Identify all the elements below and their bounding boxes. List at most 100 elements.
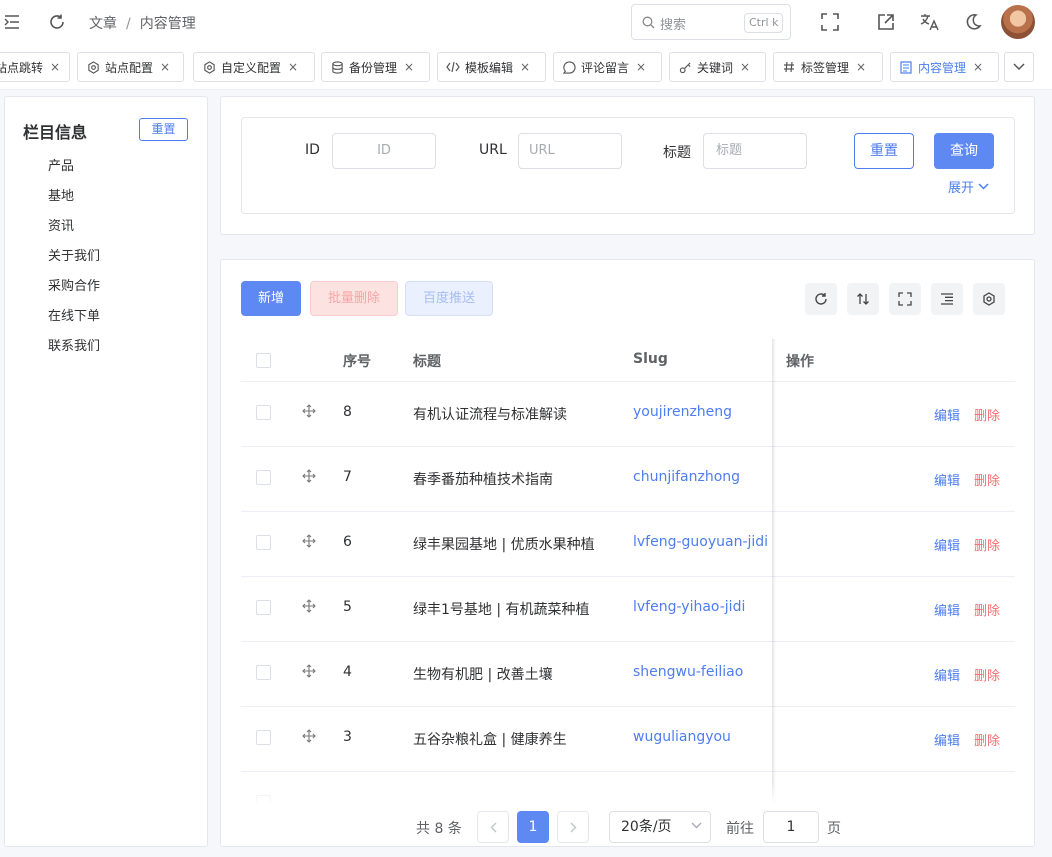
settings-icon	[983, 292, 995, 306]
page-number-current[interactable]: 1	[517, 811, 549, 843]
global-search-input[interactable]: 搜索 Ctrl k	[631, 4, 791, 40]
next-page-button[interactable]	[557, 811, 589, 843]
goto-page-input[interactable]: 1	[763, 811, 819, 843]
external-link-icon[interactable]	[873, 9, 899, 35]
row-slug[interactable]: shengwu-feiliao	[633, 664, 743, 680]
tab-content-management[interactable]: 内容管理 ×	[890, 52, 999, 82]
delete-button[interactable]: 删除	[974, 600, 1000, 619]
refresh-table-button[interactable]	[805, 283, 837, 315]
query-button[interactable]: 查询	[934, 133, 994, 169]
user-avatar[interactable]	[1001, 5, 1035, 39]
edit-button[interactable]: 编辑	[934, 730, 960, 749]
fullscreen-icon	[898, 292, 912, 306]
edit-button[interactable]: 编辑	[934, 535, 960, 554]
breadcrumb-item-article[interactable]: 文章	[89, 16, 117, 32]
row-slug[interactable]: lvfeng-guoyuan-jidi	[633, 534, 768, 550]
category-item[interactable]: 联系我们	[48, 335, 100, 354]
close-icon[interactable]: ×	[288, 60, 298, 74]
row-checkbox[interactable]	[256, 730, 271, 745]
refresh-icon[interactable]	[44, 9, 70, 35]
category-item[interactable]: 关于我们	[48, 245, 100, 264]
close-icon[interactable]: ×	[404, 60, 414, 74]
tab-site-config[interactable]: 站点配置 ×	[77, 52, 184, 82]
category-item[interactable]: 产品	[48, 155, 74, 174]
delete-button[interactable]: 删除	[974, 535, 1000, 554]
dark-mode-moon-icon[interactable]	[960, 9, 986, 35]
tab-template-edit[interactable]: 模板编辑 ×	[437, 52, 546, 82]
select-all-checkbox[interactable]	[256, 353, 271, 368]
delete-button[interactable]: 删除	[974, 405, 1000, 424]
close-icon[interactable]: ×	[636, 60, 646, 74]
sort-button[interactable]	[847, 283, 879, 315]
close-icon[interactable]: ×	[50, 60, 60, 74]
tab-backup[interactable]: 备份管理 ×	[321, 52, 430, 82]
row-slug[interactable]: wuguliangyou	[633, 729, 731, 745]
row-index: 8	[343, 404, 352, 420]
edit-button[interactable]: 编辑	[934, 470, 960, 489]
tab-keywords[interactable]: 关键词 ×	[669, 52, 766, 82]
column-settings-button[interactable]	[973, 283, 1005, 315]
edit-button[interactable]: 编辑	[934, 405, 960, 424]
row-checkbox[interactable]	[256, 470, 271, 485]
close-icon[interactable]: ×	[740, 60, 750, 74]
drag-handle-icon[interactable]	[302, 599, 316, 613]
category-item[interactable]: 基地	[48, 185, 74, 204]
fullscreen-icon[interactable]	[817, 9, 843, 35]
category-item[interactable]: 资讯	[48, 215, 74, 234]
title-input[interactable]: 标题	[703, 133, 807, 169]
baidu-push-button[interactable]: 百度推送	[405, 281, 493, 316]
close-icon[interactable]: ×	[160, 60, 170, 74]
tab-comments[interactable]: 评论留言 ×	[553, 52, 662, 82]
reset-button[interactable]: 重置	[854, 133, 914, 169]
key-icon	[678, 60, 692, 74]
delete-button[interactable]: 删除	[974, 730, 1000, 749]
row-checkbox[interactable]	[256, 405, 271, 420]
drag-handle-icon[interactable]	[302, 469, 316, 483]
chevron-right-icon	[570, 822, 576, 832]
drag-handle-icon[interactable]	[302, 404, 316, 418]
row-slug[interactable]: youjirenzheng	[633, 404, 732, 420]
close-icon[interactable]: ×	[856, 60, 866, 74]
batch-delete-button[interactable]: 批量删除	[310, 281, 398, 316]
row-checkbox[interactable]	[256, 665, 271, 680]
close-icon[interactable]: ×	[973, 60, 983, 74]
column-actions: 操作	[786, 354, 814, 370]
row-title: 五谷杂粮礼盒 | 健康养生	[413, 732, 567, 748]
row-checkbox[interactable]	[256, 535, 271, 550]
fullscreen-table-button[interactable]	[889, 283, 921, 315]
id-input[interactable]: ID	[332, 133, 436, 169]
edit-button[interactable]: 编辑	[934, 600, 960, 619]
column-title: 标题	[413, 354, 441, 370]
tab-site-redirect[interactable]: 站点跳转 ×	[0, 52, 70, 82]
tab-custom-config[interactable]: 自定义配置 ×	[193, 52, 315, 82]
table-row: 3 五谷杂粮礼盒 | 健康养生 wuguliangyou 编辑 删除	[241, 707, 1015, 772]
category-item[interactable]: 采购合作	[48, 275, 100, 294]
density-button[interactable]	[931, 283, 963, 315]
fixed-column-divider	[772, 339, 776, 809]
delete-button[interactable]: 删除	[974, 470, 1000, 489]
category-item[interactable]: 在线下单	[48, 305, 100, 324]
row-checkbox[interactable]	[256, 600, 271, 615]
close-icon[interactable]: ×	[520, 60, 530, 74]
drag-handle-icon[interactable]	[302, 664, 316, 678]
row-slug[interactable]: chunjifanzhong	[633, 469, 740, 485]
drag-handle-icon[interactable]	[302, 534, 316, 548]
panel-reset-button[interactable]: 重置	[139, 118, 188, 141]
add-button[interactable]: 新增	[241, 281, 301, 316]
prev-page-button[interactable]	[477, 811, 509, 843]
delete-button[interactable]: 删除	[974, 665, 1000, 684]
tab-tags[interactable]: 标签管理 ×	[773, 52, 883, 82]
document-icon	[899, 60, 913, 74]
page-size-select[interactable]: 20条/页	[609, 811, 711, 843]
chevron-left-icon	[490, 822, 496, 832]
translate-icon[interactable]	[917, 9, 943, 35]
tabs-more-dropdown[interactable]	[1004, 52, 1034, 82]
edit-button[interactable]: 编辑	[934, 665, 960, 684]
expand-toggle[interactable]: 展开	[948, 177, 989, 196]
url-input[interactable]: URL	[518, 133, 622, 169]
row-slug[interactable]: lvfeng-yihao-jidi	[633, 599, 745, 615]
filter-form: ID ID URL URL 标题 标题 重置 查询 展开	[241, 117, 1015, 214]
menu-fold-icon[interactable]	[0, 9, 26, 35]
expand-label: 展开	[948, 181, 975, 196]
drag-handle-icon[interactable]	[302, 729, 316, 743]
